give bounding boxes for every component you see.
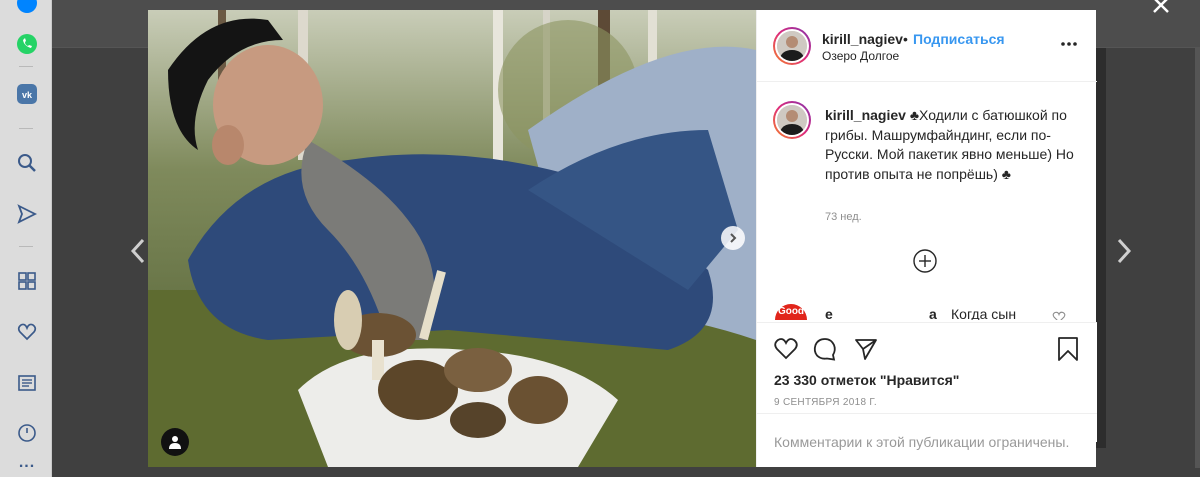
follow-button[interactable]: Подписаться	[913, 31, 1005, 47]
previous-post-arrow-icon[interactable]	[128, 236, 148, 266]
likes-count[interactable]: 23 330 отметок "Нравится"	[774, 372, 959, 388]
sidebar-divider	[19, 128, 33, 129]
sidebar-divider	[19, 246, 33, 247]
whatsapp-icon[interactable]	[16, 33, 38, 55]
send-icon[interactable]	[16, 203, 38, 225]
share-send-icon[interactable]	[853, 336, 879, 362]
comment-avatar[interactable]: Good	[775, 304, 807, 320]
vk-icon[interactable]: vk	[16, 83, 38, 105]
comments-footer: Комментарии к этой публикации ограничены…	[757, 413, 1097, 467]
caption-timestamp[interactable]: 73 нед.	[825, 211, 862, 223]
more-icon[interactable]: ...	[16, 452, 38, 474]
ellipsis-icon[interactable]	[1057, 34, 1081, 54]
search-icon[interactable]	[16, 152, 38, 174]
caption-username[interactable]: kirill_nagiev	[825, 107, 906, 123]
tagged-users-icon[interactable]	[161, 428, 189, 456]
background-page-column	[1096, 48, 1106, 448]
comment-username-end[interactable]: a	[929, 306, 937, 320]
close-icon[interactable]	[1148, 0, 1174, 18]
post-side-panel: kirill_nagiev • Подписаться Озеро Долгое…	[756, 10, 1097, 467]
caption-avatar[interactable]	[773, 101, 811, 139]
history-icon[interactable]	[16, 422, 38, 444]
comment-username[interactable]: e	[825, 306, 833, 320]
carousel-next-icon[interactable]	[721, 226, 745, 250]
comment-bubble-icon[interactable]	[812, 336, 838, 362]
comment-like-icon[interactable]	[1052, 310, 1066, 320]
post-date[interactable]: 9 СЕНТЯБРЯ 2018 Г.	[774, 397, 877, 408]
post-modal: kirill_nagiev • Подписаться Озеро Долгое…	[148, 10, 1097, 467]
messenger-icon[interactable]	[16, 0, 38, 14]
news-icon[interactable]	[16, 372, 38, 394]
plus-circle-icon[interactable]	[912, 248, 938, 274]
comments-restricted-notice: Комментарии к этой публикации ограничены…	[774, 434, 1070, 450]
sidebar-divider	[19, 66, 33, 67]
avatar[interactable]	[773, 27, 811, 65]
svg-text:vk: vk	[22, 90, 33, 100]
post-photo[interactable]	[148, 10, 756, 467]
speed-dial-icon[interactable]	[16, 270, 38, 292]
browser-sidebar: vk ...	[0, 0, 52, 477]
heart-icon[interactable]	[16, 321, 38, 343]
header-separator: •	[903, 31, 908, 47]
post-author-username[interactable]: kirill_nagiev	[822, 31, 903, 47]
next-post-arrow-icon[interactable]	[1114, 236, 1134, 266]
like-heart-icon[interactable]	[773, 336, 799, 362]
post-location[interactable]: Озеро Долгое	[822, 49, 899, 63]
comment-text: Когда сын	[951, 306, 1017, 320]
bookmark-icon[interactable]	[1055, 336, 1081, 362]
comment-item: Good e a Когда сын	[757, 302, 1097, 320]
post-header: kirill_nagiev • Подписаться Озеро Долгое	[757, 10, 1097, 82]
post-caption: kirill_nagiev ♣Ходили с батюшкой по гриб…	[825, 106, 1087, 184]
background-page-edge	[1195, 48, 1200, 468]
